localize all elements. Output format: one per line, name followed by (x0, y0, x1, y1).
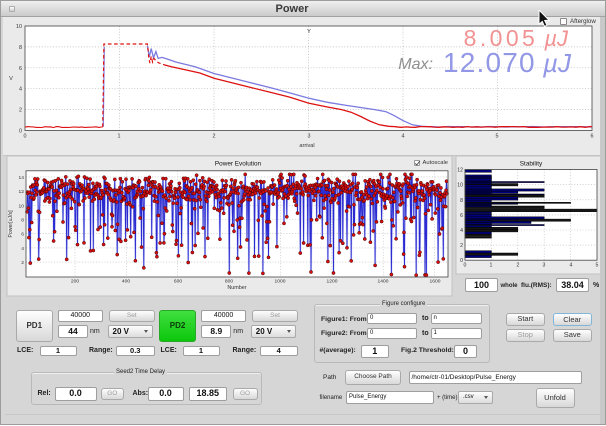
svg-text:2: 2 (213, 134, 216, 140)
svg-text:6: 6 (460, 213, 463, 219)
svg-text:Power[uJ/s]: Power[uJ/s] (8, 210, 14, 238)
svg-text:4: 4 (460, 228, 463, 234)
svg-text:0: 0 (460, 258, 463, 264)
svg-text:8: 8 (460, 198, 463, 204)
svg-text:4: 4 (570, 263, 573, 269)
svg-text:6: 6 (21, 232, 24, 238)
svg-text:800: 800 (225, 279, 233, 285)
svg-text:3: 3 (308, 134, 311, 140)
svg-text:12: 12 (457, 168, 463, 174)
svg-text:200: 200 (71, 279, 79, 285)
svg-text:1200: 1200 (327, 279, 338, 285)
svg-text:5: 5 (596, 263, 599, 269)
svg-text:1400: 1400 (378, 279, 389, 285)
svg-text:2: 2 (517, 263, 520, 269)
svg-text:14: 14 (19, 175, 25, 181)
svg-text:2: 2 (460, 243, 463, 249)
svg-text:12: 12 (19, 189, 25, 195)
svg-text:Power Evolution: Power Evolution (215, 161, 262, 168)
svg-text:4: 4 (19, 87, 22, 93)
svg-text:8: 8 (21, 218, 24, 224)
svg-text:6: 6 (591, 134, 594, 140)
svg-text:1600: 1600 (430, 279, 441, 285)
svg-text:8: 8 (19, 45, 22, 51)
svg-text:4: 4 (21, 246, 24, 252)
svg-text:1000: 1000 (275, 279, 286, 285)
svg-text:0: 0 (19, 129, 22, 135)
svg-text:10: 10 (457, 183, 463, 189)
svg-text:2: 2 (19, 108, 22, 114)
svg-text:10: 10 (16, 24, 22, 30)
svg-text:arrival: arrival (299, 143, 314, 149)
svg-text:Number: Number (227, 285, 246, 291)
svg-text:600: 600 (174, 279, 182, 285)
svg-text:1: 1 (118, 134, 121, 140)
svg-text:400: 400 (122, 279, 130, 285)
svg-text:Stability: Stability (520, 161, 543, 168)
svg-text:Y: Y (307, 29, 311, 35)
svg-text:V: V (9, 76, 13, 82)
svg-text:0: 0 (464, 263, 467, 269)
svg-text:3: 3 (543, 263, 546, 269)
svg-text:10: 10 (19, 203, 25, 209)
svg-text:0: 0 (24, 134, 27, 140)
svg-text:1: 1 (490, 263, 493, 269)
svg-text:5: 5 (496, 134, 499, 140)
svg-text:2: 2 (21, 260, 24, 266)
svg-text:6: 6 (19, 66, 22, 72)
svg-text:4: 4 (402, 134, 405, 140)
